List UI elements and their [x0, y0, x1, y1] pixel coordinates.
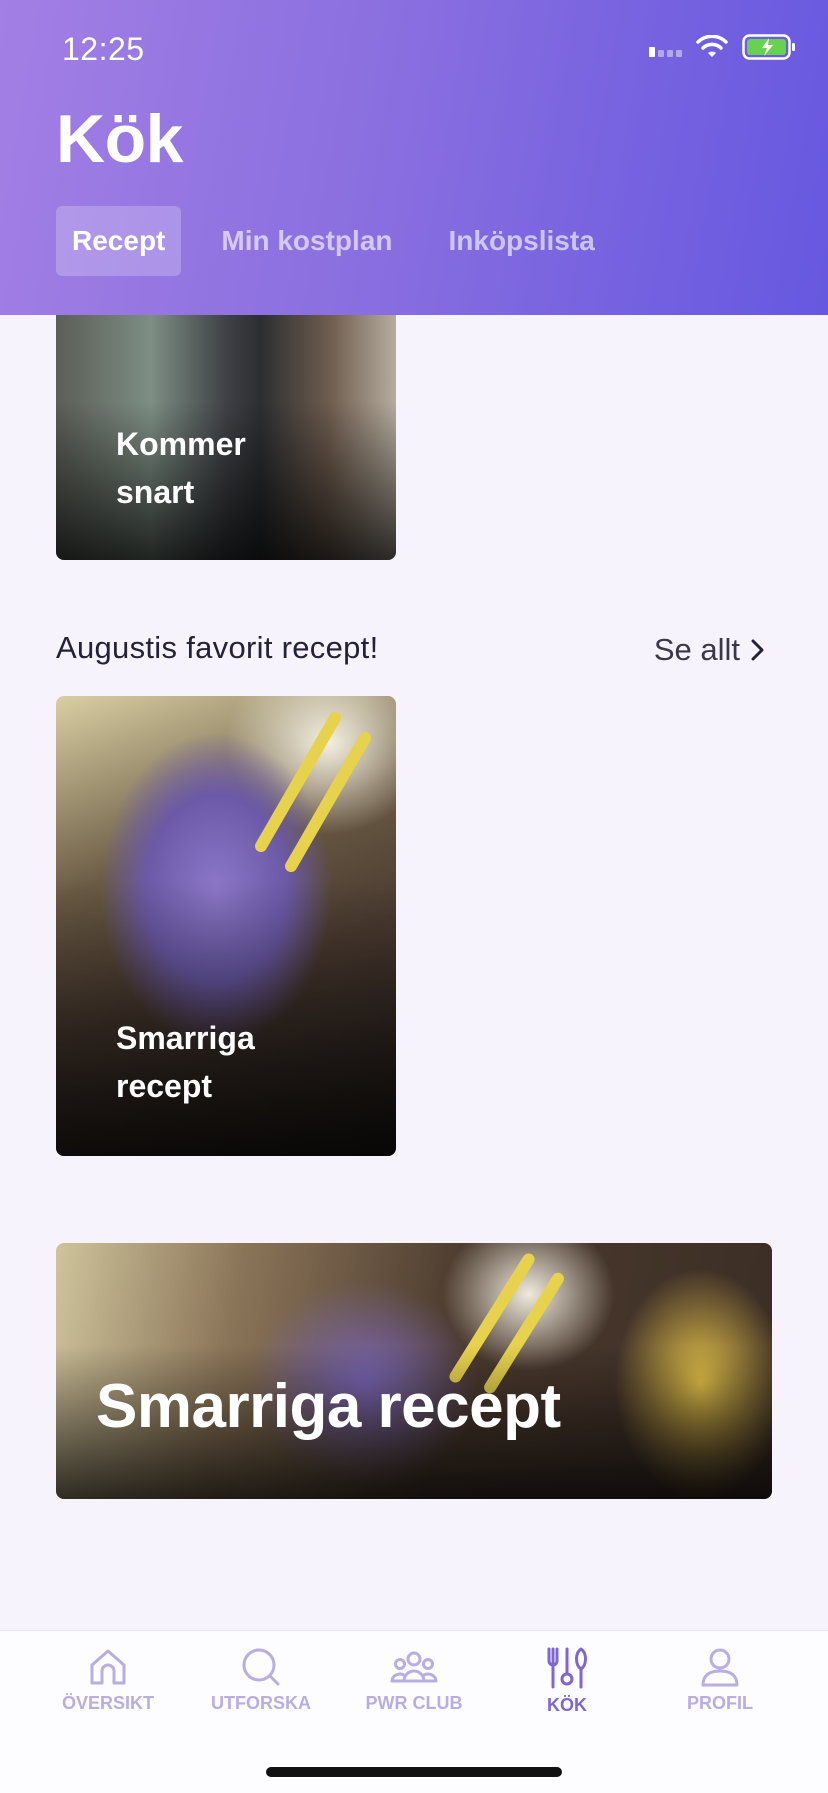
group-icon — [390, 1651, 438, 1683]
home-indicator — [266, 1767, 562, 1777]
recipes-banner[interactable]: Smarriga recept — [56, 1243, 772, 1499]
card-label: Smarriga recept — [116, 1020, 255, 1104]
tabbar-item-utforska[interactable]: UTFORSKA — [186, 1645, 336, 1714]
tabbar-label: PWR CLUB — [365, 1693, 463, 1713]
tabbar-item-pwr-club[interactable]: PWR CLUB — [339, 1645, 489, 1714]
status-time: 12:25 — [62, 31, 145, 67]
page-title: Kök — [56, 101, 183, 177]
tabbar-label: ÖVERSIKT — [61, 1693, 154, 1713]
header: 12:25 Kök Recept Min kostplan Inköpslist… — [0, 0, 828, 315]
tabbar-item-oversikt[interactable]: ÖVERSIKT — [33, 1645, 183, 1714]
profile-icon — [701, 1648, 739, 1687]
battery-charging-icon — [742, 34, 795, 60]
status-icons — [649, 34, 796, 60]
tabbar-item-profil[interactable]: PROFIL — [645, 1645, 795, 1714]
segment-tabs: Recept Min kostplan Inköpslista — [56, 206, 635, 276]
kitchen-utensils-icon — [547, 1647, 587, 1689]
wifi-icon — [696, 35, 728, 57]
section-title: Augustis favorit recept! — [56, 630, 379, 665]
recipe-card[interactable]: Smarriga recept — [56, 696, 396, 1156]
bottom-tab-bar: ÖVERSIKT UTFORSKA PWR CLUB KÖK PROFIL — [0, 1630, 828, 1793]
cellular-signal-icon — [649, 37, 682, 57]
tabbar-label: KÖK — [547, 1695, 587, 1715]
home-icon — [90, 1649, 126, 1685]
see-all-link[interactable]: Se allt — [654, 632, 766, 668]
search-icon — [242, 1648, 280, 1686]
banner-label: Smarriga recept — [96, 1372, 561, 1441]
tab-inkopslista[interactable]: Inköpslista — [433, 206, 611, 276]
tab-recept[interactable]: Recept — [56, 206, 182, 276]
coming-soon-card[interactable]: Kommer snart — [56, 296, 396, 560]
tabbar-item-kok[interactable]: KÖK — [492, 1645, 642, 1716]
tab-min-kostplan[interactable]: Min kostplan — [205, 206, 408, 276]
tabbar-label: UTFORSKA — [211, 1693, 311, 1713]
chevron-right-icon — [751, 639, 764, 661]
tabbar-label: PROFIL — [687, 1693, 753, 1713]
see-all-label: Se allt — [653, 632, 740, 667]
card-label: Kommer snart — [116, 426, 246, 510]
